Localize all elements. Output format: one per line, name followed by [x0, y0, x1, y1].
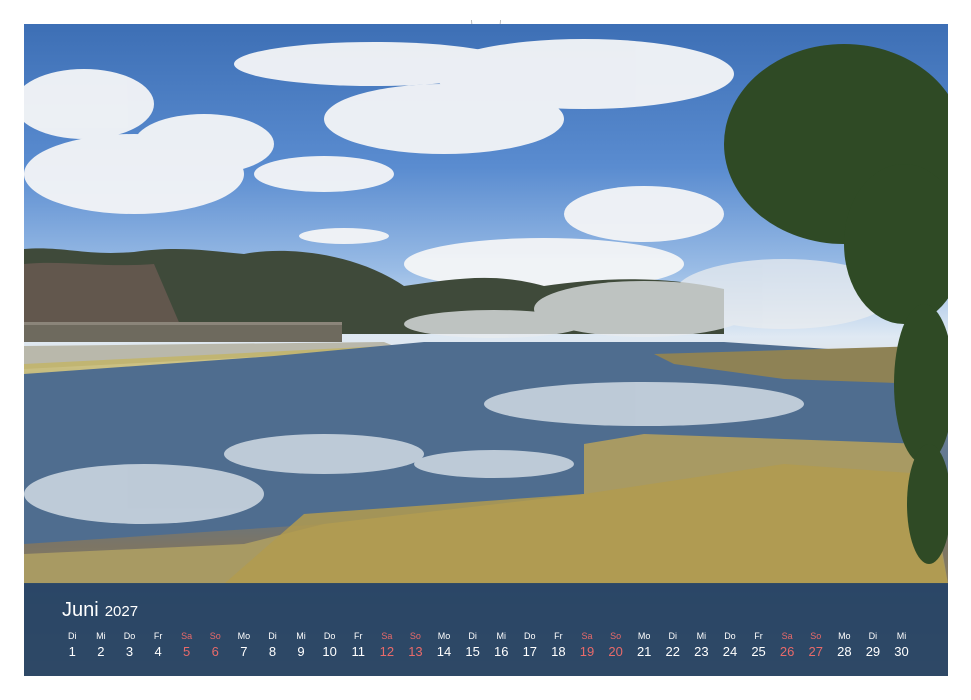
day-number: 16	[493, 644, 509, 659]
day-of-week: Mi	[296, 631, 306, 641]
day-of-week: Di	[468, 631, 477, 641]
calendar-day: Sa 5	[172, 631, 201, 663]
day-of-week: Do	[524, 631, 536, 641]
calendar-day: Mo 7	[230, 631, 259, 663]
calendar-day: Mo 14	[430, 631, 459, 663]
day-of-week: Mi	[96, 631, 106, 641]
calendar-day: Di 1	[58, 631, 87, 663]
day-number: 24	[722, 644, 738, 659]
calendar-day: Sa 19	[573, 631, 602, 663]
day-number: 11	[351, 644, 365, 659]
calendar-day: Fr 25	[744, 631, 773, 663]
calendar-day: Mi 9	[287, 631, 316, 663]
day-of-week: Sa	[181, 631, 193, 641]
day-number: 23	[694, 644, 709, 659]
calendar-day: Sa 12	[373, 631, 402, 663]
day-of-week: Mo	[838, 631, 851, 641]
day-of-week: So	[810, 631, 822, 641]
day-of-week: So	[209, 631, 221, 641]
day-number: 28	[837, 644, 852, 659]
day-of-week: Mo	[237, 631, 251, 641]
day-number: 27	[808, 644, 823, 659]
day-number: 14	[436, 644, 452, 659]
calendar-day: Fr 18	[544, 631, 573, 663]
day-number: 21	[636, 644, 652, 659]
day-number: 18	[551, 644, 566, 659]
day-of-week: Fr	[153, 631, 163, 641]
month-title: Juni 2027	[62, 599, 138, 622]
calendar-day: Mi 16	[487, 631, 516, 663]
landscape-photo	[24, 24, 948, 676]
calendar-day: Fr 11	[344, 631, 373, 663]
day-number: 10	[322, 644, 337, 659]
calendar-day: Mo 28	[830, 631, 859, 663]
calendar-day: Do 17	[516, 631, 545, 663]
calendar-day: Mi 2	[87, 631, 116, 663]
calendar-day: Di 29	[859, 631, 888, 663]
day-number: 25	[751, 644, 766, 659]
calendar-day: So 13	[401, 631, 430, 663]
calendar-day: Di 22	[658, 631, 687, 663]
day-number: 8	[268, 644, 277, 659]
day-number: 3	[125, 644, 134, 659]
calendar-day: So 20	[601, 631, 630, 663]
day-of-week: Fr	[353, 631, 363, 641]
day-number: 22	[665, 644, 680, 659]
day-number: 6	[211, 644, 219, 659]
day-of-week: Sa	[781, 631, 793, 641]
calendar-day: Di 8	[258, 631, 287, 663]
day-number: 17	[522, 644, 538, 659]
day-of-week: Di	[268, 631, 277, 641]
day-of-week: Sa	[381, 631, 393, 641]
day-of-week: Di	[68, 631, 77, 641]
day-of-week: Sa	[581, 631, 593, 641]
calendar-day: Mi 30	[887, 631, 916, 663]
day-number: 19	[579, 644, 595, 659]
day-strip: Di 1 Mi 2 Do 3 Fr 4 Sa 5 So 6 Mo 7 Di 8 Mi 9 Do 10 Fr 11 Sa 12 S…	[58, 631, 916, 663]
day-of-week: Do	[724, 631, 736, 641]
calendar-day: Fr 4	[144, 631, 173, 663]
calendar-day: Do 10	[315, 631, 344, 663]
calendar-day: Sa 26	[773, 631, 802, 663]
calendar-day: So 27	[801, 631, 830, 663]
day-number: 7	[240, 644, 248, 659]
day-of-week: Fr	[754, 631, 763, 641]
day-number: 1	[68, 644, 76, 659]
day-of-week: Mi	[496, 631, 506, 641]
calendar-day: Do 24	[716, 631, 745, 663]
day-of-week: Mi	[696, 631, 707, 641]
day-number: 26	[779, 644, 795, 659]
calendar-day: Di 15	[458, 631, 487, 663]
calendar-day: Mi 23	[687, 631, 716, 663]
day-of-week: Do	[323, 631, 336, 641]
day-of-week: Di	[868, 631, 878, 641]
month-name: Juni	[62, 599, 99, 621]
day-of-week: Mi	[896, 631, 907, 641]
day-of-week: So	[610, 631, 622, 641]
calendar-day: Mo 21	[630, 631, 659, 663]
day-number: 20	[608, 644, 623, 659]
day-of-week: So	[409, 631, 421, 641]
photo-illustration	[24, 39, 948, 584]
day-number: 13	[408, 644, 423, 659]
day-of-week: Do	[123, 631, 136, 641]
day-number: 12	[379, 644, 395, 659]
day-number: 5	[183, 644, 191, 659]
day-number: 9	[297, 644, 305, 659]
day-of-week: Di	[668, 631, 678, 641]
calendar-day: Do 3	[115, 631, 144, 663]
month-year: 2027	[104, 603, 139, 620]
day-number: 4	[154, 644, 162, 659]
day-of-week: Mo	[437, 631, 451, 641]
day-number: 30	[894, 644, 909, 659]
day-of-week: Mo	[637, 631, 651, 641]
day-number: 29	[865, 644, 881, 659]
day-number: 2	[97, 644, 105, 659]
calendar-day: So 6	[201, 631, 230, 663]
day-of-week: Fr	[554, 631, 563, 641]
day-number: 15	[465, 644, 480, 659]
